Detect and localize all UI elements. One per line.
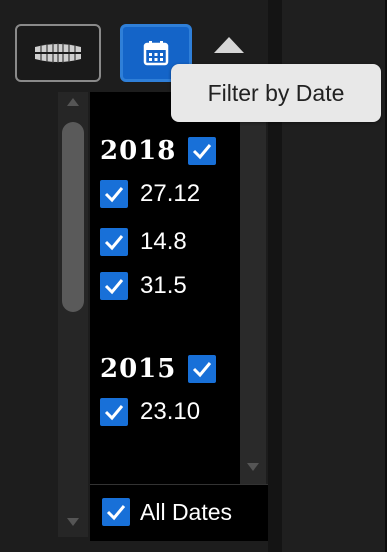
checkbox[interactable]	[100, 272, 128, 300]
checkmark-icon	[104, 235, 124, 251]
all-dates-option[interactable]: All Dates	[102, 498, 232, 526]
checkbox-year-2015[interactable]	[188, 355, 217, 383]
checkmark-icon	[104, 405, 124, 421]
checkbox[interactable]	[100, 180, 128, 208]
date-label: 27.12	[140, 180, 201, 207]
outer-scrollbar-thumb[interactable]	[62, 122, 84, 312]
year-group-2015[interactable]: 2015	[100, 354, 217, 384]
checkbox-all-dates[interactable]	[102, 498, 130, 526]
date-label: 23.10	[140, 398, 201, 425]
teeth-icon	[35, 43, 81, 63]
date-item[interactable]: 31.5	[100, 272, 187, 300]
checkmark-icon	[104, 279, 124, 295]
tooltip: Filter by Date	[171, 64, 381, 122]
calendar-icon	[143, 41, 169, 66]
scroll-down-arrow-icon[interactable]	[67, 518, 79, 526]
date-label: 31.5	[140, 272, 187, 299]
all-dates-label: All Dates	[140, 498, 233, 525]
date-item[interactable]: 23.10	[100, 398, 200, 426]
date-label: 14.8	[140, 228, 187, 255]
checkbox[interactable]	[100, 398, 128, 426]
list-scroll-down-arrow-icon[interactable]	[247, 463, 259, 471]
date-item[interactable]: 27.12	[100, 180, 200, 208]
date-item[interactable]: 14.8	[100, 228, 187, 256]
year-label: 2018	[100, 136, 177, 166]
checkmark-icon	[104, 187, 124, 203]
date-list-scrollbar[interactable]	[240, 92, 266, 484]
chevron-up-icon[interactable]	[214, 37, 244, 53]
checkmark-icon	[193, 362, 212, 378]
year-label: 2015	[100, 354, 177, 384]
year-group-2018[interactable]: 2018	[100, 136, 217, 166]
checkmark-icon	[106, 505, 126, 521]
scroll-up-arrow-icon[interactable]	[67, 98, 79, 106]
checkbox-year-2018[interactable]	[188, 137, 217, 165]
teeth-view-button[interactable]	[15, 24, 101, 82]
tooltip-text: Filter by Date	[207, 79, 345, 106]
checkmark-icon	[193, 144, 212, 160]
checkbox[interactable]	[100, 228, 128, 256]
